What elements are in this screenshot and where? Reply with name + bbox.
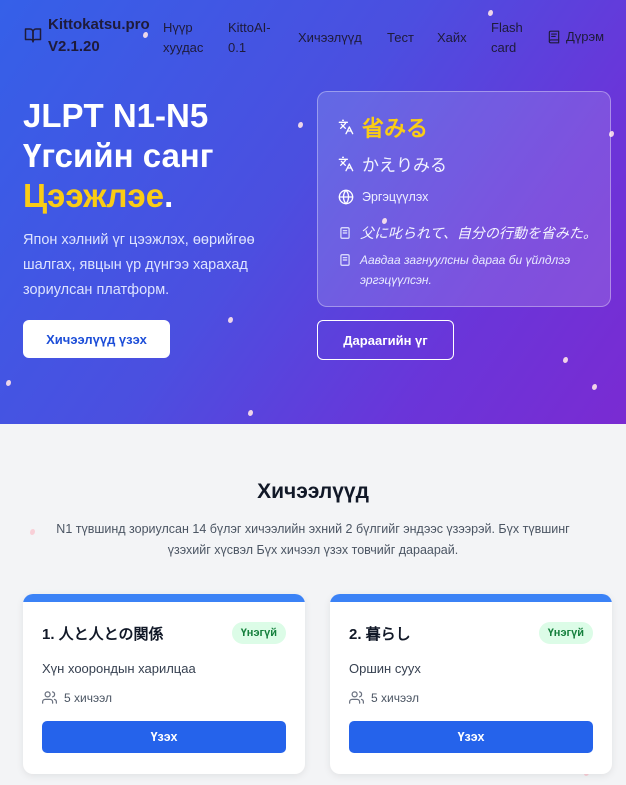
word-example-row: 父に叱られて、自分の行動を省みた。 <box>338 223 597 243</box>
hero-title-line2: Үгсийн санг <box>23 137 214 174</box>
word-reading-row: かえりみる <box>338 151 447 176</box>
nav-kittoai[interactable]: KittoAI- 0.1 <box>228 18 271 58</box>
word-meaning: Эргэцүүлэх <box>362 190 429 204</box>
petal-decoration <box>298 122 303 128</box>
word-kanji: 省みる <box>362 116 429 141</box>
document-icon <box>340 254 350 266</box>
nav-home-label: Нүүр <box>163 20 193 35</box>
nav-home-label-2: хуудас <box>163 40 204 55</box>
free-badge: Үнэгүй <box>231 622 286 644</box>
lesson-card-accent <box>23 594 305 602</box>
nav-lessons[interactable]: Хичээлүүд <box>298 28 362 48</box>
word-reading: かえりみる <box>362 156 447 175</box>
petal-decoration <box>30 529 35 535</box>
hero-title: JLPT N1-N5 Үгсийн санг Цээжлэе. <box>23 96 213 216</box>
nav-flashcard[interactable]: Flash card <box>491 18 523 58</box>
lesson-title: 1. 人と人との関係 <box>42 626 164 643</box>
book-icon <box>548 30 560 44</box>
lesson-description: Оршин суух <box>349 661 421 676</box>
next-word-button[interactable]: Дараагийн үг <box>317 320 454 360</box>
users-icon <box>349 691 364 704</box>
users-icon <box>42 691 57 704</box>
book-open-icon <box>24 28 42 43</box>
nav-kittoai-label: KittoAI- <box>228 20 271 35</box>
hero-subtitle: Япон хэлний үг цээжлэх, өөрийгөө шалгах,… <box>23 232 255 298</box>
translate-icon <box>338 156 354 171</box>
view-lessons-button[interactable]: Хичээлүүд үзэх <box>23 320 170 358</box>
brand-version: V2.1.20 <box>48 38 100 55</box>
view-lesson-button[interactable]: Үзэх <box>349 721 593 753</box>
brand-title: Kittokatsu.pro <box>48 16 150 33</box>
word-card: 省みる かえりみる Эргэцүүлэх 父に叱られて、自分の行動を省みた。 А… <box>317 91 611 307</box>
view-lesson-button[interactable]: Үзэх <box>42 721 286 753</box>
lesson-count: 5 хичээл <box>349 690 419 705</box>
petal-decoration <box>592 384 597 390</box>
top-navbar: Kittokatsu.pro V2.1.20 Нүүр хуудас Kitto… <box>0 0 626 76</box>
brand-logo[interactable]: Kittokatsu.pro V2.1.20 <box>24 14 150 58</box>
lesson-card: 2. 暮らし Үнэгүй Оршин суух 5 хичээл Үзэх <box>330 594 612 774</box>
hero-title-highlight: Цээжлэе <box>23 177 165 214</box>
lessons-section: Хичээлүүд N1 түвшинд зориулсан 14 бүлэг … <box>0 424 626 785</box>
hero-title-line3: Цээжлэе. <box>23 176 213 216</box>
globe-icon <box>338 189 354 205</box>
nav-dictionary[interactable]: Дүрэм <box>547 27 604 47</box>
nav-kittoai-version: 0.1 <box>228 40 247 55</box>
lesson-count-label: 5 хичээл <box>371 690 419 705</box>
lessons-title: Хичээлүүд <box>257 480 369 503</box>
nav-home[interactable]: Нүүр хуудас <box>163 18 203 58</box>
lesson-count-label: 5 хичээл <box>64 690 112 705</box>
word-kanji-row: 省みる <box>338 111 428 143</box>
lesson-card: 1. 人と人との関係 Үнэгүй Хүн хоорондын харилцаа… <box>23 594 305 774</box>
petal-decoration <box>563 357 568 363</box>
nav-flashcard-label: Flash <box>491 20 523 35</box>
lessons-description: N1 түвшинд зориулсан 14 бүлэг хичээлийн … <box>56 522 570 557</box>
word-example-mn: Аавдаа загнуулсны дараа би үйлдлээ эргэц… <box>360 253 571 287</box>
hero-title-line1: JLPT N1-N5 <box>23 97 209 134</box>
lesson-count: 5 хичээл <box>42 690 112 705</box>
word-translation-row: Аавдаа загнуулсны дараа би үйлдлээ эргэц… <box>338 250 603 290</box>
nav-dictionary-label: Дүрэм <box>566 29 605 44</box>
petal-decoration <box>6 380 11 386</box>
word-meaning-row: Эргэцүүлэх <box>338 189 428 205</box>
lesson-card-accent <box>330 594 612 602</box>
petal-decoration <box>228 317 233 323</box>
free-badge: Үнэгүй <box>538 622 593 644</box>
word-example-jp: 父に叱られて、自分の行動を省みた。 <box>360 225 597 241</box>
lesson-description: Хүн хоорондын харилцаа <box>42 661 196 676</box>
nav-flashcard-label-2: card <box>491 40 517 55</box>
translate-icon <box>338 119 354 135</box>
nav-search[interactable]: Хайх <box>437 28 467 48</box>
brand-name: Kittokatsu.pro V2.1.20 <box>48 14 150 58</box>
nav-test[interactable]: Тест <box>387 28 414 48</box>
petal-decoration <box>248 410 253 416</box>
hero-section: Kittokatsu.pro V2.1.20 Нүүр хуудас Kitto… <box>0 0 626 424</box>
hero-title-dot: . <box>164 177 174 214</box>
document-icon <box>340 227 350 239</box>
lesson-title: 2. 暮らし <box>349 626 411 643</box>
